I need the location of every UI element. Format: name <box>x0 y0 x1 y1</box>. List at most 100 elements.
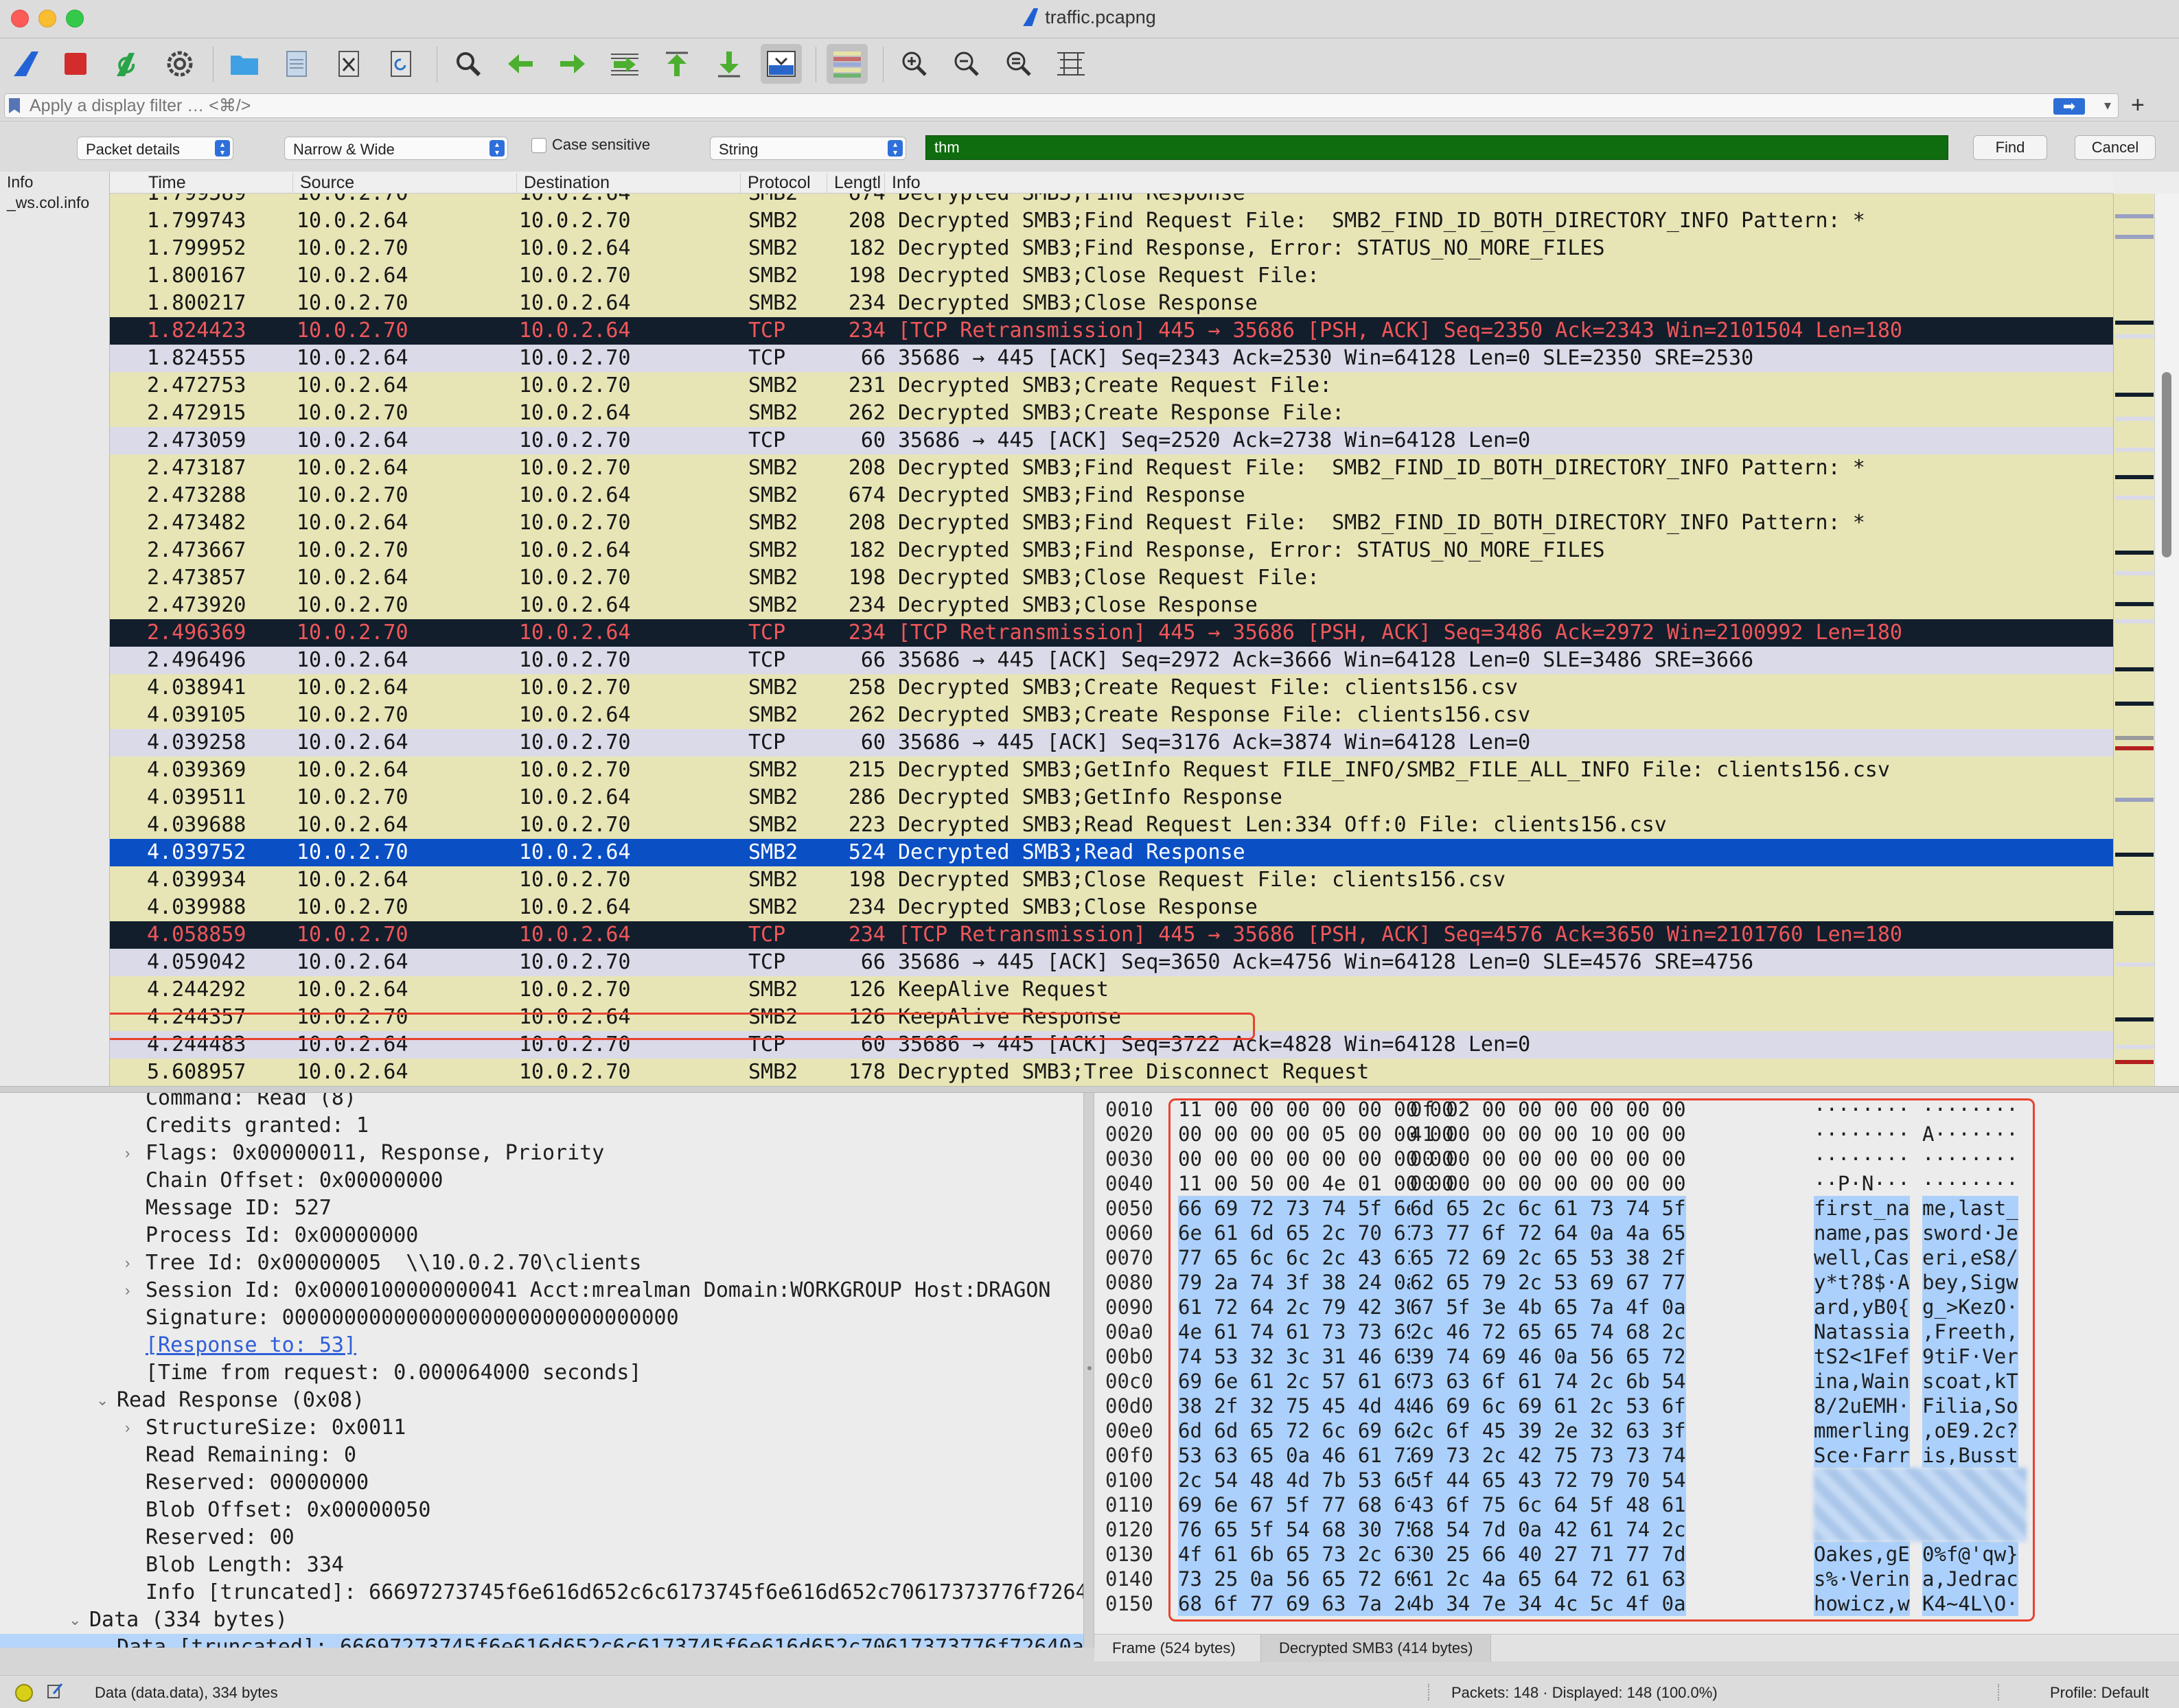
expand-chevron-icon[interactable]: › <box>125 1414 130 1442</box>
ascii-bytes[interactable]: ········ <box>1814 1097 1910 1122</box>
save-file-icon[interactable] <box>276 44 317 84</box>
detail-item[interactable]: Message ID: 527 <box>146 1195 332 1222</box>
resize-columns-icon[interactable] <box>1050 44 1092 84</box>
packet-row[interactable]: 361.82455510.0.2.6410.0.2.70TCP6635686 →… <box>0 345 2113 372</box>
detail-item[interactable]: Command: Read (8) <box>146 1093 356 1112</box>
capture-options-icon[interactable] <box>159 44 200 84</box>
packet-row[interactable]: 534.03968810.0.2.6410.0.2.70SMB2223Decry… <box>0 811 2113 839</box>
hex-bytes[interactable]: 00 00 00 00 00 00 00 00 <box>1410 1146 1686 1171</box>
close-file-icon[interactable] <box>328 44 369 84</box>
apply-filter-arrow-icon[interactable]: ➡ <box>2053 98 2085 115</box>
hex-bytes[interactable]: 65 72 69 2c 65 53 38 2f <box>1410 1245 1686 1270</box>
ascii-bytes[interactable]: ········ <box>1922 1097 2018 1122</box>
packet-row[interactable]: 504.03925810.0.2.6410.0.2.70TCP6035686 →… <box>0 729 2113 757</box>
detail-item[interactable]: Credits granted: 1 <box>146 1112 369 1140</box>
cancel-button[interactable]: Cancel <box>2075 135 2156 160</box>
packet-row[interactable]: 584.05904210.0.2.6410.0.2.70TCP6635686 →… <box>0 949 2113 976</box>
packet-row[interactable]: 604.24435710.0.2.7010.0.2.64SMB2126KeepA… <box>0 1004 2113 1031</box>
packet-minimap[interactable] <box>2113 194 2154 1086</box>
go-back-icon[interactable] <box>500 44 541 84</box>
ascii-bytes[interactable]: ········ <box>1814 1146 1910 1171</box>
add-filter-button-plus-icon[interactable]: + <box>2131 92 2145 119</box>
ascii-bytes[interactable]: g_>KezO· <box>1922 1295 2018 1319</box>
filter-history-dropdown-icon[interactable]: ▾ <box>2104 97 2111 114</box>
autoscroll-icon[interactable] <box>761 44 802 84</box>
expert-info-status-icon[interactable] <box>15 1684 33 1702</box>
packet-row[interactable]: 392.47305910.0.2.6410.0.2.70TCP6035686 →… <box>0 427 2113 454</box>
response-link[interactable]: [Response to: 53] <box>146 1332 356 1359</box>
restart-capture-icon[interactable] <box>107 44 148 84</box>
zoom-out-icon[interactable] <box>946 44 987 84</box>
column-header-length[interactable]: Lengtl <box>827 173 884 194</box>
detail-item[interactable]: Read Response (0x08) <box>117 1387 365 1414</box>
find-button[interactable]: Find <box>1973 135 2047 160</box>
ascii-bytes[interactable]: ,oE9.2c? <box>1922 1418 2018 1443</box>
zoom-normal-icon[interactable] <box>998 44 1039 84</box>
ascii-bytes[interactable]: me,last_ <box>1922 1196 2018 1221</box>
stop-capture-icon[interactable] <box>55 44 96 84</box>
hex-bytes[interactable]: 0f 02 00 00 00 00 00 00 <box>1410 1097 1686 1122</box>
detail-item[interactable]: Signature: 00000000000000000000000000000… <box>146 1304 679 1332</box>
detail-item[interactable]: Session Id: 0x0000100000000041 Acct:mrea… <box>146 1277 1051 1304</box>
hex-bytes[interactable]: 68 54 7d 0a 42 61 74 2c <box>1410 1517 1686 1542</box>
detail-item[interactable]: Chain Offset: 0x00000000 <box>146 1167 443 1195</box>
packet-row[interactable]: 331.80016710.0.2.6410.0.2.70SMB2198Decry… <box>0 262 2113 290</box>
go-first-icon[interactable] <box>656 44 697 84</box>
detail-item[interactable]: Tree Id: 0x00000005 \\10.0.2.70\clients <box>146 1249 641 1277</box>
hex-bytes[interactable]: 5f 44 65 43 72 79 70 54 <box>1410 1468 1686 1492</box>
ascii-bytes[interactable]: 8/2uEMH· <box>1814 1394 1910 1418</box>
hex-bytes[interactable]: 00 00 00 00 00 00 00 00 <box>1410 1171 1686 1196</box>
hex-bytes[interactable]: 39 74 69 46 0a 56 65 72 <box>1410 1344 1686 1369</box>
hex-bytes[interactable]: 73 63 6f 61 74 2c 6b 54 <box>1410 1369 1686 1394</box>
scrollbar-thumb[interactable] <box>2162 372 2171 557</box>
detail-item[interactable]: StructureSize: 0x0011 <box>146 1414 406 1442</box>
packet-row[interactable]: 452.47392010.0.2.7010.0.2.64SMB2234Decry… <box>0 592 2113 619</box>
reload-file-icon[interactable] <box>380 44 422 84</box>
packet-row[interactable]: 625.60895710.0.2.6410.0.2.70SMB2178Decry… <box>0 1059 2113 1086</box>
detail-item[interactable]: Flags: 0x00000011, Response, Priority <box>146 1140 604 1167</box>
find-string-input[interactable] <box>925 135 1948 160</box>
ascii-bytes[interactable]: ,Freeth, <box>1922 1319 2018 1344</box>
packet-row[interactable]: 422.47348210.0.2.6410.0.2.70SMB2208Decry… <box>0 509 2113 537</box>
detail-item[interactable]: Blob Offset: 0x00000050 <box>146 1497 430 1524</box>
open-file-icon[interactable] <box>224 44 265 84</box>
hex-bytes[interactable]: 62 65 79 2c 53 69 67 77 <box>1410 1270 1686 1295</box>
packet-row[interactable]: 514.03936910.0.2.6410.0.2.70SMB2215Decry… <box>0 757 2113 784</box>
detail-item[interactable]: Blob Length: 334 <box>146 1551 344 1579</box>
hex-bytes[interactable]: 6d 65 2c 6c 61 73 74 5f <box>1410 1196 1686 1221</box>
hex-bytes[interactable]: 61 2c 4a 65 64 72 61 63 <box>1410 1567 1686 1591</box>
hex-bytes[interactable]: 43 6f 75 6c 64 5f 48 61 <box>1410 1492 1686 1517</box>
hex-bytes[interactable]: 69 73 2c 42 75 73 73 74 <box>1410 1443 1686 1468</box>
detail-item[interactable]: Read Remaining: 0 <box>146 1442 356 1469</box>
go-forward-icon[interactable] <box>552 44 593 84</box>
tab-decrypted-smb3-bytes[interactable]: Decrypted SMB3 (414 bytes) <box>1260 1635 1492 1662</box>
packet-row[interactable]: 524.03951110.0.2.7010.0.2.64SMB2286Decry… <box>0 784 2113 811</box>
ascii-bytes[interactable]: eri,eS8/ <box>1922 1245 2018 1270</box>
detail-item[interactable]: Process Id: 0x00000000 <box>146 1222 418 1249</box>
ascii-bytes[interactable]: y*t?8$·A <box>1814 1270 1910 1295</box>
packet-row[interactable]: 321.79995210.0.2.7010.0.2.64SMB2182Decry… <box>0 235 2113 262</box>
hex-bytes[interactable]: 73 77 6f 72 64 0a 4a 65 <box>1410 1221 1686 1245</box>
packet-list-scrollbar[interactable] <box>2154 194 2179 1086</box>
ascii-bytes[interactable]: first_na <box>1814 1196 1910 1221</box>
column-header-protocol[interactable]: Protocol <box>740 173 827 194</box>
packet-row[interactable]: 442.47385710.0.2.6410.0.2.70SMB2198Decry… <box>0 564 2113 592</box>
ascii-bytes[interactable]: well,Cas <box>1814 1245 1910 1270</box>
detail-item-selected[interactable]: Data [truncated]: 66697273745f6e616d652c… <box>0 1634 1083 1648</box>
ascii-bytes[interactable]: s%·Verin <box>1814 1567 1910 1591</box>
colorize-icon[interactable] <box>827 44 868 84</box>
ascii-bytes[interactable]: name,pas <box>1814 1221 1910 1245</box>
expand-chevron-icon[interactable]: › <box>125 1140 130 1167</box>
char-width-select[interactable]: Narrow & Wide ▴ ▾ <box>284 137 508 160</box>
ascii-bytes[interactable]: ina,Wain <box>1814 1369 1910 1394</box>
detail-item[interactable]: Reserved: 00000000 <box>146 1469 369 1497</box>
expand-chevron-icon[interactable]: › <box>125 1249 130 1277</box>
ascii-bytes[interactable]: bey,Sigw <box>1922 1270 2018 1295</box>
pane-splitter-vertical[interactable] <box>1083 1093 1094 1648</box>
ascii-bytes[interactable]: scoat,kT <box>1922 1369 2018 1394</box>
display-filter-input[interactable] <box>30 95 2020 116</box>
expand-chevron-icon[interactable]: › <box>125 1277 130 1304</box>
packet-row[interactable]: 301.79958910.0.2.7010.0.2.64SMB2674Decry… <box>0 194 2113 207</box>
bookmark-icon[interactable] <box>9 98 20 113</box>
packet-row[interactable]: 554.03993410.0.2.6410.0.2.70SMB2198Decry… <box>0 866 2113 894</box>
